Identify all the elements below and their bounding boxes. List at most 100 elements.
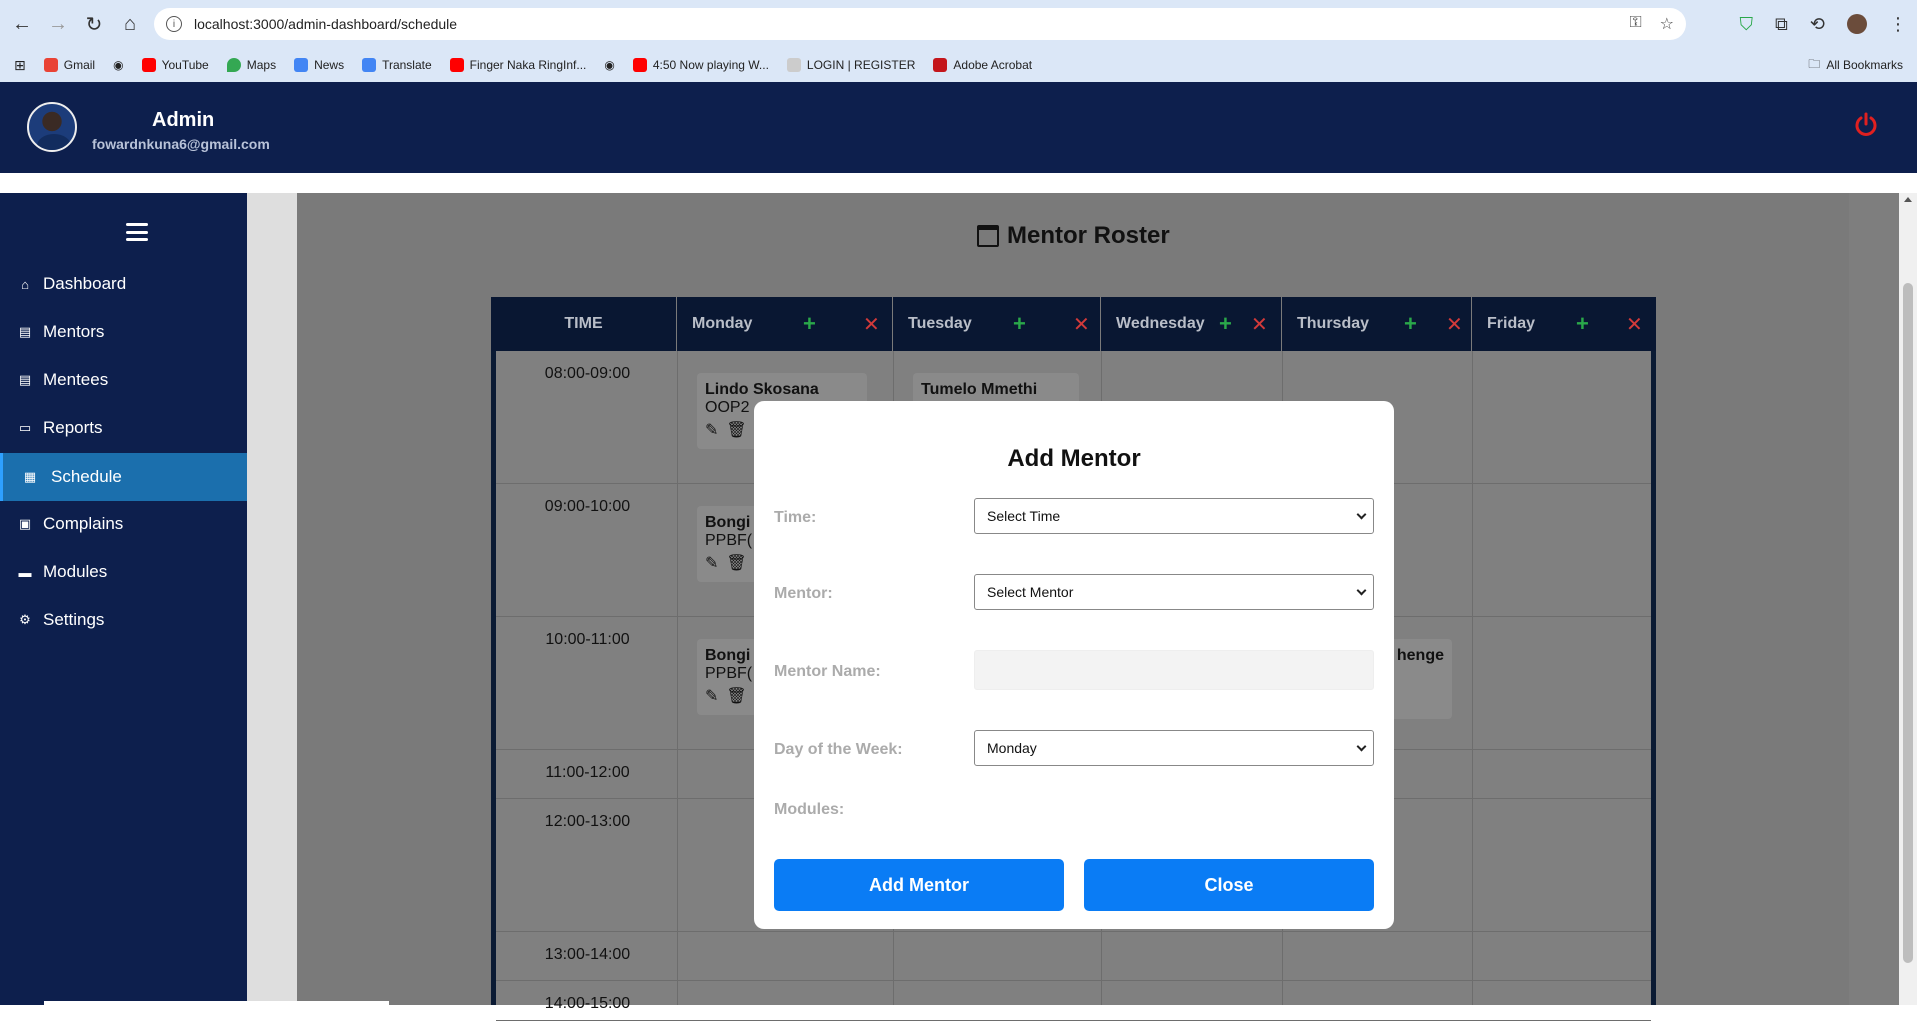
mentor-label: Mentor: [774, 585, 833, 602]
sidebar-item-reports[interactable]: ▭ Reports [0, 404, 247, 452]
mentor-name-label: Mentor Name: [774, 663, 881, 680]
shield-extension-icon[interactable]: ⛉ [1740, 14, 1754, 35]
id-card-icon: ▤ [18, 324, 32, 339]
bookmark-now-playing[interactable]: 4:50 Now playing W... [632, 58, 769, 72]
trash-icon[interactable]: 🗑 [726, 553, 746, 573]
delete-icon[interactable]: ✕ [863, 312, 880, 337]
power-icon[interactable] [1853, 112, 1879, 138]
avatar[interactable] [27, 102, 77, 152]
sidebar: ⌂ Dashboard ▤ Mentors ▤ Mentees ▭ Reports ▦ S… [0, 193, 247, 1005]
time-slot: 08:00-09:00 [544, 365, 631, 382]
sidebar-item-mentees[interactable]: ▤ Mentees [0, 356, 247, 404]
chevron-down-icon [1356, 585, 1367, 596]
sidebar-item-schedule[interactable]: ▦ Schedule [0, 453, 247, 501]
taskbar-edge [44, 1001, 389, 1005]
add-mentor-button[interactable]: Add Mentor [774, 859, 1064, 911]
sidebar-item-complains[interactable]: ▣ Complains [0, 500, 247, 548]
adobe-acrobat-icon [933, 58, 948, 72]
mentor-name-input[interactable] [974, 650, 1374, 690]
translate-icon [362, 58, 377, 72]
app-header: Admin fowardnkuna6@gmail.com [0, 82, 1917, 173]
url-text: localhost:3000/admin-dashboard/schedule [194, 16, 458, 32]
edit-icon[interactable]: ✎ [705, 686, 718, 706]
modal-title: Add Mentor [1007, 445, 1141, 472]
history-icon[interactable]: ⟲ [1810, 14, 1825, 35]
clipboard-icon: ▣ [18, 516, 32, 531]
column-header-thursday: Thursday + ✕ [1282, 297, 1472, 351]
reload-icon[interactable]: ↻ [76, 6, 112, 42]
id-card-icon: ▤ [18, 372, 32, 387]
table-header: TIME Monday + ✕ Tuesday + ✕ Wednesday + ✕ T… [491, 297, 1656, 351]
bookmark-youtube[interactable]: YouTube [141, 58, 209, 72]
sidebar-item-settings[interactable]: ⚙ Settings [0, 596, 247, 644]
calendar-icon: ▦ [23, 469, 37, 484]
delete-icon[interactable]: ✕ [1626, 312, 1643, 337]
forward-icon[interactable]: → [40, 6, 76, 42]
site-info-icon[interactable]: i [166, 16, 182, 32]
sidebar-item-mentors[interactable]: ▤ Mentors [0, 308, 247, 356]
delete-icon[interactable]: ✕ [1073, 312, 1090, 337]
mentor-name: Tumelo Mmethi [921, 381, 1038, 398]
hamburger-menu-icon[interactable] [126, 223, 148, 241]
add-icon[interactable]: + [1219, 311, 1232, 337]
delete-icon[interactable]: ✕ [1446, 312, 1463, 337]
bookmark-star-icon[interactable]: ☆ [1660, 14, 1674, 34]
home-icon[interactable]: ⌂ [112, 6, 148, 42]
edit-icon[interactable]: ✎ [705, 420, 718, 440]
apps-icon[interactable]: ⊞ [14, 57, 26, 74]
extensions-icon[interactable]: ⧉ [1775, 14, 1788, 35]
browser-chrome: ← → ↻ ⌂ i localhost:3000/admin-dashboard… [0, 0, 1917, 82]
chevron-down-icon [1356, 741, 1367, 752]
sidebar-item-modules[interactable]: ▬ Modules [0, 548, 247, 596]
trash-icon[interactable]: 🗑 [726, 420, 746, 440]
bookmark-globe-2[interactable]: ◉ [604, 58, 614, 72]
scroll-up-icon[interactable] [1904, 197, 1912, 202]
delete-icon[interactable]: ✕ [1251, 312, 1268, 337]
back-icon[interactable]: ← [4, 6, 40, 42]
profile-avatar-icon[interactable] [1847, 14, 1867, 34]
bookmark-maps[interactable]: Maps [226, 58, 276, 72]
admin-email: fowardnkuna6@gmail.com [92, 136, 270, 152]
add-icon[interactable]: + [1404, 311, 1417, 337]
scroll-thumb[interactable] [1903, 283, 1913, 963]
add-icon[interactable]: + [803, 311, 816, 337]
add-icon[interactable]: + [1576, 311, 1589, 337]
close-button[interactable]: Close [1084, 859, 1374, 911]
bookmark-login-register[interactable]: LOGIN | REGISTER [786, 58, 915, 72]
bookmark-gmail[interactable]: Gmail [43, 58, 95, 72]
day-select[interactable]: Monday [974, 730, 1374, 766]
edit-icon[interactable]: ✎ [705, 553, 718, 573]
bookmark-globe[interactable]: ◉ [113, 58, 123, 72]
bookmark-news[interactable]: News [294, 58, 344, 72]
gmail-icon [43, 58, 58, 72]
key-icon[interactable]: ⚿ [1629, 14, 1641, 34]
time-slot: 09:00-10:00 [544, 498, 631, 515]
table-row: 13:00-14:00 [496, 932, 1651, 981]
modules-label: Modules: [774, 801, 845, 818]
page-scrollbar[interactable] [1899, 193, 1917, 1005]
time-slot: 12:00-13:00 [544, 813, 631, 830]
time-select[interactable]: Select Time [974, 498, 1374, 534]
sidebar-item-dashboard[interactable]: ⌂ Dashboard [0, 260, 247, 308]
add-icon[interactable]: + [1013, 311, 1026, 337]
home-icon: ⌂ [21, 276, 29, 292]
time-slot: 14:00-15:00 [544, 995, 631, 1012]
bookmark-translate[interactable]: Translate [362, 58, 432, 72]
header-spacer [0, 173, 1917, 193]
all-bookmarks[interactable]: 🗀 All Bookmarks [1808, 55, 1903, 76]
mentor-select[interactable]: Select Mentor [974, 574, 1374, 610]
news-icon [294, 58, 309, 72]
bookmarks-bar: ⊞ Gmail ◉ YouTube Maps News Translate Fi… [0, 48, 1917, 82]
time-slot: 10:00-11:00 [545, 631, 630, 648]
overlay-gutter [1849, 193, 1899, 1005]
column-header-friday: Friday + ✕ [1487, 311, 1643, 337]
trash-icon[interactable]: 🗑 [726, 686, 746, 706]
youtube-icon [632, 58, 647, 72]
bookmark-finger-naka[interactable]: Finger Naka RingInf... [449, 58, 586, 72]
time-slot: 11:00-12:00 [545, 764, 630, 781]
menu-kebab-icon[interactable]: ⋮ [1889, 14, 1907, 35]
address-bar[interactable]: i localhost:3000/admin-dashboard/schedul… [154, 8, 1686, 40]
bookmark-adobe[interactable]: Adobe Acrobat [933, 58, 1032, 72]
book-icon: ▬ [18, 564, 32, 580]
folder-icon: 🗀 [1808, 56, 1821, 71]
